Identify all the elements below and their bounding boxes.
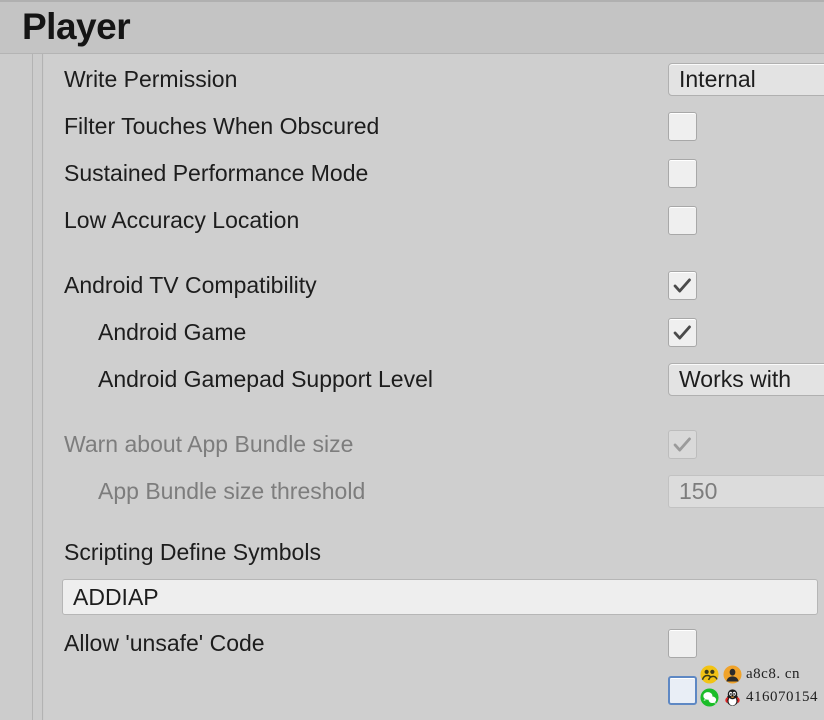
panel-divider-inner [42, 53, 43, 720]
window-header: Player [0, 0, 824, 54]
android-gamepad-support-level-dropdown[interactable]: Works with [668, 363, 824, 396]
setting-label-write-permission: Write Permission [64, 66, 238, 92]
allow-unsafe-code-checkbox[interactable] [668, 629, 697, 658]
setting-label-low-accuracy-location: Low Accuracy Location [64, 207, 300, 233]
setting-label-android-game: Android Game [98, 319, 247, 345]
warn-app-bundle-size-checkbox [668, 430, 697, 459]
page-title: Player [22, 6, 131, 47]
setting-label-sustained-performance: Sustained Performance Mode [64, 160, 369, 186]
sustained-performance-checkbox[interactable] [668, 159, 697, 188]
setting-label-warn-app-bundle-size: Warn about App Bundle size [64, 431, 354, 457]
setting-row-sustained-performance[interactable]: Sustained Performance Mode [44, 150, 824, 197]
panel-divider-outer [32, 53, 33, 720]
setting-row-allow-unsafe-code[interactable]: Allow 'unsafe' Code [44, 620, 824, 667]
setting-row-scripting-define-symbols: Scripting Define Symbols [44, 529, 824, 576]
setting-row-android-game[interactable]: Android Game [44, 309, 824, 356]
setting-row-app-bundle-size-threshold: App Bundle size threshold 150 [44, 468, 824, 515]
check-icon [673, 278, 691, 293]
setting-label-android-tv-compatibility: Android TV Compatibility [64, 272, 317, 298]
next-setting-checkbox[interactable] [668, 676, 697, 705]
setting-label-allow-unsafe-code: Allow 'unsafe' Code [64, 630, 265, 656]
setting-row-android-gamepad-support-level[interactable]: Android Gamepad Support Level Works with [44, 356, 824, 403]
app-bundle-size-threshold-field: 150 [668, 475, 824, 508]
setting-row-write-permission[interactable]: Write Permission Internal [44, 56, 824, 103]
setting-row-warn-app-bundle-size: Warn about App Bundle size [44, 421, 824, 468]
setting-row-filter-touches[interactable]: Filter Touches When Obscured [44, 103, 824, 150]
setting-row-low-accuracy-location[interactable]: Low Accuracy Location [44, 197, 824, 244]
scripting-define-symbols-input[interactable]: ADDIAP [62, 579, 818, 615]
android-game-checkbox[interactable] [668, 318, 697, 347]
setting-row-next-clipped[interactable] [44, 667, 824, 714]
setting-label-android-gamepad-support-level: Android Gamepad Support Level [98, 366, 433, 392]
settings-list: Internet Access Auto Write Permission In… [44, 53, 824, 720]
setting-label-app-bundle-size-threshold: App Bundle size threshold [98, 478, 366, 504]
player-settings-window: Player Internet Access Auto Write Permis… [0, 0, 824, 720]
low-accuracy-location-checkbox[interactable] [668, 206, 697, 235]
setting-label-filter-touches: Filter Touches When Obscured [64, 113, 380, 139]
check-icon [673, 325, 691, 340]
setting-row-android-tv-compatibility[interactable]: Android TV Compatibility [44, 262, 824, 309]
android-tv-compatibility-checkbox[interactable] [668, 271, 697, 300]
setting-label-scripting-define-symbols: Scripting Define Symbols [64, 539, 321, 565]
filter-touches-checkbox[interactable] [668, 112, 697, 141]
scripting-define-symbols-row[interactable]: ADDIAP [44, 576, 824, 620]
check-icon [673, 437, 691, 452]
write-permission-dropdown[interactable]: Internal [668, 63, 824, 96]
